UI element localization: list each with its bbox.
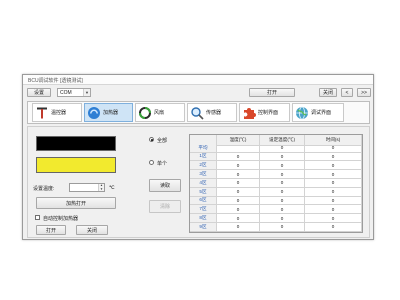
tab-label: 控制界面 xyxy=(258,110,279,116)
tab-bar: 温控器 加热器 风扇 传感器 控制界面 调试界面 xyxy=(27,101,370,124)
row-header[interactable]: 7区 xyxy=(190,205,217,215)
table-cell[interactable]: 0 xyxy=(260,178,305,188)
connect-close-button[interactable]: 关闭 xyxy=(319,88,337,97)
connect-open-button[interactable]: 打开 xyxy=(249,88,295,97)
app-window: BCU调试软件 [透镜测试] 设置 COM ▼ 打开 关闭 < >> 温控器 加… xyxy=(22,74,374,240)
table-cell[interactable]: 0 xyxy=(217,187,260,197)
heater-close-button[interactable]: 关闭 xyxy=(76,225,108,235)
settings-button[interactable]: 设置 xyxy=(27,88,51,97)
table-cell[interactable]: 0 xyxy=(260,170,305,179)
table-cell[interactable]: 0 xyxy=(305,143,362,153)
tab-control[interactable]: 控制界面 xyxy=(239,103,290,122)
table-cell[interactable]: 0 xyxy=(260,214,305,223)
table-cell[interactable]: 0 xyxy=(217,161,260,171)
chevron-down-icon[interactable]: ▼ xyxy=(83,89,90,96)
fan-icon xyxy=(139,106,151,119)
tab-thermostat[interactable]: 温控器 xyxy=(32,103,82,122)
prev-button[interactable]: < xyxy=(341,88,353,97)
tab-label: 传感器 xyxy=(206,110,222,116)
tab-label: 风扇 xyxy=(154,110,165,116)
globe-icon xyxy=(296,106,308,119)
table-cell[interactable]: 0 xyxy=(305,205,362,215)
auto-control-checkbox[interactable] xyxy=(35,215,40,220)
tab-label: 加热器 xyxy=(103,110,119,116)
table-cell[interactable]: 0 xyxy=(305,170,362,179)
table-cell[interactable]: 0 xyxy=(260,205,305,215)
next-button[interactable]: >> xyxy=(357,88,371,97)
heater-icon xyxy=(88,106,100,119)
radio-single-label: 单个 xyxy=(157,160,168,167)
row-header[interactable]: 1区 xyxy=(190,152,217,162)
table-cell[interactable]: 0 xyxy=(305,187,362,197)
table-cell[interactable]: 0 xyxy=(260,143,305,153)
table-cell[interactable]: 0 xyxy=(305,178,362,188)
table-cell[interactable] xyxy=(217,143,260,153)
status-indicator-black xyxy=(36,136,116,151)
set-temp-label: 设置温度: xyxy=(33,186,55,192)
puzzle-icon xyxy=(244,107,256,119)
row-header[interactable]: 2区 xyxy=(190,161,217,171)
title-bar[interactable]: BCU调试软件 [透镜测试] xyxy=(23,75,373,85)
row-header[interactable]: 3区 xyxy=(190,170,217,179)
table-cell[interactable]: 0 xyxy=(260,152,305,162)
tab-heater[interactable]: 加热器 xyxy=(84,103,133,122)
heater-open-button[interactable]: 打开 xyxy=(36,225,66,235)
table-cell[interactable]: 0 xyxy=(260,222,305,232)
table-cell[interactable]: 0 xyxy=(305,152,362,162)
tab-debug[interactable]: 调试界面 xyxy=(292,103,344,122)
table-cell[interactable]: 0 xyxy=(217,222,260,232)
table-cell[interactable]: 0 xyxy=(217,214,260,223)
table-cell[interactable]: 0 xyxy=(217,152,260,162)
thermometer-icon xyxy=(37,107,47,118)
temp-unit: ℃ xyxy=(109,185,115,191)
row-header[interactable]: 5区 xyxy=(190,187,217,197)
port-select-value: COM xyxy=(60,89,72,96)
table-cell[interactable]: 0 xyxy=(260,196,305,206)
tab-fan[interactable]: 风扇 xyxy=(135,103,185,122)
table-cell[interactable]: 0 xyxy=(217,196,260,206)
status-indicator-yellow xyxy=(36,157,116,173)
tab-label: 温控器 xyxy=(51,110,67,116)
radio-all-label: 全部 xyxy=(157,137,168,144)
row-header[interactable]: 6区 xyxy=(190,196,217,206)
read-button[interactable]: 读取 xyxy=(149,179,181,192)
tab-label: 调试界面 xyxy=(311,110,332,116)
set-temp-input[interactable]: ▲ ▼ xyxy=(69,183,105,192)
radio-single[interactable] xyxy=(149,160,154,165)
table-cell[interactable]: 0 xyxy=(305,196,362,206)
tab-sensor[interactable]: 传感器 xyxy=(187,103,237,122)
temperature-table[interactable]: 温度(℃) 设定温度(℃) 时间(s) 平均 0 0 1区 0 0 0 2区 0 0 0 3区 0 0 0 4区 0 0… xyxy=(189,134,363,233)
row-header[interactable]: 平均 xyxy=(190,143,217,153)
row-header[interactable]: 4区 xyxy=(190,178,217,188)
table-cell[interactable]: 0 xyxy=(260,161,305,171)
heater-toggle-button[interactable]: 加热打开 xyxy=(36,197,116,209)
table-cell[interactable]: 0 xyxy=(217,205,260,215)
window-title: BCU调试软件 [透镜测试] xyxy=(28,78,83,84)
spinner-arrows-icon[interactable]: ▲ ▼ xyxy=(98,183,104,191)
clear-button: 清除 xyxy=(149,200,181,213)
magnifier-icon xyxy=(191,106,204,120)
table-cell[interactable]: 0 xyxy=(260,187,305,197)
row-header[interactable]: 9区 xyxy=(190,222,217,232)
table-cell[interactable]: 0 xyxy=(305,214,362,223)
port-select[interactable]: COM ▼ xyxy=(57,88,91,97)
radio-all[interactable] xyxy=(149,137,154,142)
table-cell[interactable]: 0 xyxy=(305,161,362,171)
table-cell[interactable]: 0 xyxy=(217,170,260,179)
table-cell[interactable]: 0 xyxy=(305,222,362,232)
row-header[interactable]: 8区 xyxy=(190,214,217,223)
auto-control-label: 自动控制加热器 xyxy=(43,215,79,222)
table-cell[interactable]: 0 xyxy=(217,178,260,188)
